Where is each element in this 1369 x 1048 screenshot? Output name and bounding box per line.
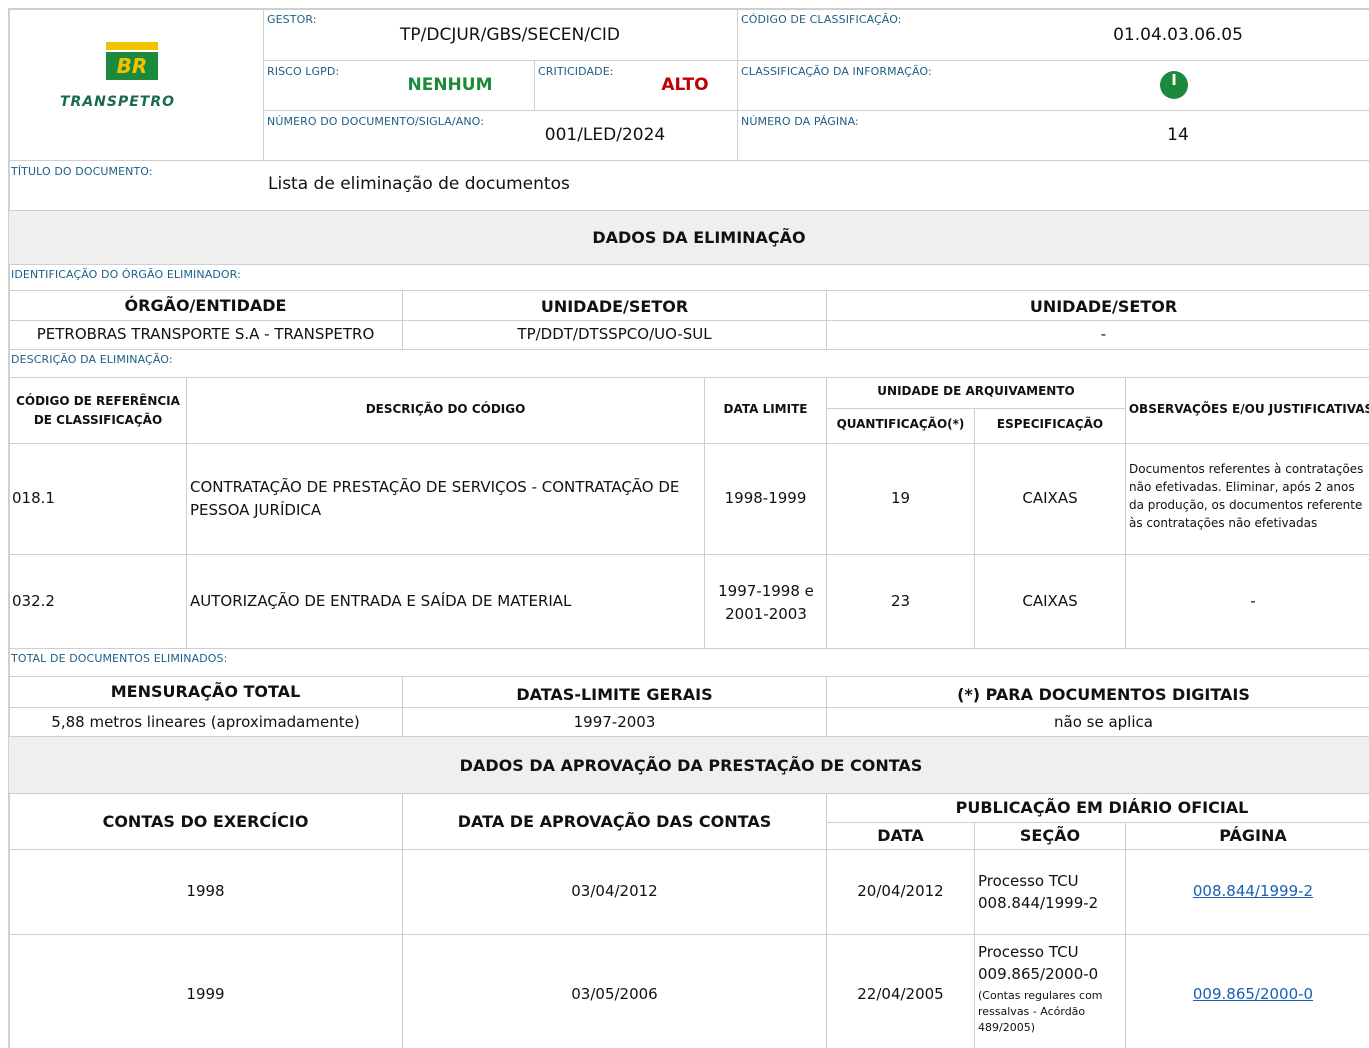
contas-row1-pagina-link[interactable]: 008.844/1999-2 bbox=[1126, 882, 1369, 900]
total-header-mensuracao: MENSURAÇÃO TOTAL bbox=[110, 682, 301, 701]
risco-lgpd-value: NENHUM bbox=[407, 75, 493, 95]
row1-data-limite: 1998-1999 bbox=[724, 489, 807, 507]
orgao-value-entidade: PETROBRAS TRANSPORTE S.A - TRANSPETRO bbox=[36, 325, 375, 343]
numero-documento-label: NÚMERO DO DOCUMENTO/SIGLA/ANO: bbox=[267, 115, 485, 128]
th-data-limite: DATA LIMITE bbox=[723, 402, 808, 416]
contas-header-pagina: PÁGINA bbox=[1219, 826, 1287, 845]
total-value-mensuracao: 5,88 metros lineares (aproximadamente) bbox=[51, 713, 360, 731]
numero-pagina-value: 14 bbox=[1167, 125, 1189, 145]
contas-header-data: DATA bbox=[877, 826, 924, 845]
total-value-datas: 1997-2003 bbox=[573, 713, 656, 731]
row2-codigo: 032.2 bbox=[12, 592, 55, 610]
classificacao-informacao-label: CLASSIFICAÇÃO DA INFORMAÇÃO: bbox=[741, 65, 932, 78]
logo-transpetro-text: TRANSPETRO bbox=[60, 94, 176, 110]
row2-data-limite: 1997-1998 e 2001-2003 bbox=[718, 582, 814, 623]
classificacao-badge-icon: I bbox=[1160, 71, 1188, 99]
row1-observacoes: Documentos referentes à contratações não… bbox=[1129, 462, 1364, 530]
contas-row2-exercicio: 1999 bbox=[186, 985, 225, 1003]
contas-row1-exercicio: 1998 bbox=[186, 882, 225, 900]
th-codigo-referencia: CÓDIGO DE REFERÊNCIA DE CLASSIFICAÇÃO bbox=[16, 394, 180, 427]
numero-pagina-label: NÚMERO DA PÁGINA: bbox=[741, 115, 859, 128]
total-header-datas: DATAS-LIMITE GERAIS bbox=[516, 685, 713, 704]
contas-title: DADOS DA APROVAÇÃO DA PRESTAÇÃO DE CONTA… bbox=[459, 756, 923, 775]
row2-descricao: AUTORIZAÇÃO DE ENTRADA E SAÍDA DE MATERI… bbox=[190, 592, 572, 610]
total-caption: TOTAL DE DOCUMENTOS ELIMINADOS: bbox=[11, 652, 228, 665]
th-unidade-arquivamento: UNIDADE DE ARQUIVAMENTO bbox=[877, 384, 1075, 398]
row2-quantificacao: 23 bbox=[890, 592, 911, 610]
row1-codigo: 018.1 bbox=[12, 489, 55, 507]
contas-header-publicacao: PUBLICAÇÃO EM DIÁRIO OFICIAL bbox=[955, 798, 1249, 817]
contas-row1-data: 20/04/2012 bbox=[857, 882, 944, 900]
transpetro-logo: BR TRANSPETRO bbox=[58, 42, 208, 114]
contas-row2-pagina-link[interactable]: 009.865/2000-0 bbox=[1126, 985, 1369, 1003]
row2-especificacao: CAIXAS bbox=[1022, 592, 1078, 610]
total-header-digitais: (*) PARA DOCUMENTOS DIGITAIS bbox=[957, 685, 1250, 704]
criticidade-value: ALTO bbox=[661, 75, 709, 95]
logo-yellow-bar bbox=[106, 42, 158, 50]
th-especificacao: ESPECIFICAÇÃO bbox=[996, 417, 1104, 431]
orgao-value-unidade-1: TP/DDT/DTSSPCO/UO-SUL bbox=[517, 325, 712, 343]
descricao-caption: DESCRIÇÃO DA ELIMINAÇÃO: bbox=[11, 353, 173, 366]
contas-row2-aprovacao: 03/05/2006 bbox=[571, 985, 658, 1003]
logo-green-box: BR bbox=[106, 52, 158, 80]
contas-row1-aprovacao: 03/04/2012 bbox=[571, 882, 658, 900]
orgao-value-unidade-2: - bbox=[1100, 325, 1107, 343]
th-quantificacao: QUANTIFICAÇÃO(*) bbox=[836, 417, 965, 431]
orgao-header-unidade-1: UNIDADE/SETOR bbox=[540, 297, 689, 316]
contas-row2-secao-note: (Contas regulares com ressalvas - Acórdã… bbox=[978, 989, 1103, 1034]
th-observacoes: OBSERVAÇÕES E/OU JUSTIFICATIVAS bbox=[1128, 402, 1369, 416]
eliminacao-title: DADOS DA ELIMINAÇÃO bbox=[592, 228, 806, 247]
contas-row2-secao: Processo TCU 009.865/2000-0 bbox=[978, 943, 1099, 983]
numero-documento-value: 001/LED/2024 bbox=[544, 125, 666, 145]
contas-header-aprovacao: DATA DE APROVAÇÃO DAS CONTAS bbox=[457, 812, 772, 831]
contas-row2-data: 22/04/2005 bbox=[857, 985, 944, 1003]
row1-descricao: CONTRATAÇÃO DE PRESTAÇÃO DE SERVIÇOS - C… bbox=[190, 478, 680, 519]
codigo-classificacao-label: CÓDIGO DE CLASSIFICAÇÃO: bbox=[741, 13, 902, 26]
contas-header-secao: SEÇÃO bbox=[1019, 826, 1081, 845]
row1-quantificacao: 19 bbox=[890, 489, 911, 507]
titulo-documento-label: TÍTULO DO DOCUMENTO: bbox=[11, 165, 153, 178]
contas-row1-secao: Processo TCU 008.844/1999-2 bbox=[978, 872, 1099, 912]
criticidade-label: CRITICIDADE: bbox=[538, 65, 614, 78]
orgao-header-entidade: ÓRGÃO/ENTIDADE bbox=[124, 296, 287, 315]
th-descricao-codigo: DESCRIÇÃO DO CÓDIGO bbox=[365, 402, 526, 416]
codigo-classificacao-value: 01.04.03.06.05 bbox=[1113, 25, 1243, 45]
row1-especificacao: CAIXAS bbox=[1022, 489, 1078, 507]
logo-br-text: BR bbox=[116, 54, 148, 78]
gestor-value: TP/DCJUR/GBS/SECEN/CID bbox=[400, 25, 620, 45]
row2-observacoes: - bbox=[1250, 592, 1256, 610]
orgao-caption: IDENTIFICAÇÃO DO ÓRGÃO ELIMINADOR: bbox=[11, 268, 241, 281]
classificacao-badge-text: I bbox=[1171, 71, 1177, 89]
contas-header-exercicio: CONTAS DO EXERCÍCIO bbox=[102, 812, 309, 831]
total-value-digitais: não se aplica bbox=[1054, 713, 1153, 731]
risco-lgpd-label: RISCO LGPD: bbox=[267, 65, 340, 78]
titulo-documento-value: Lista de eliminação de documentos bbox=[268, 174, 570, 194]
orgao-header-unidade-2: UNIDADE/SETOR bbox=[1029, 297, 1178, 316]
